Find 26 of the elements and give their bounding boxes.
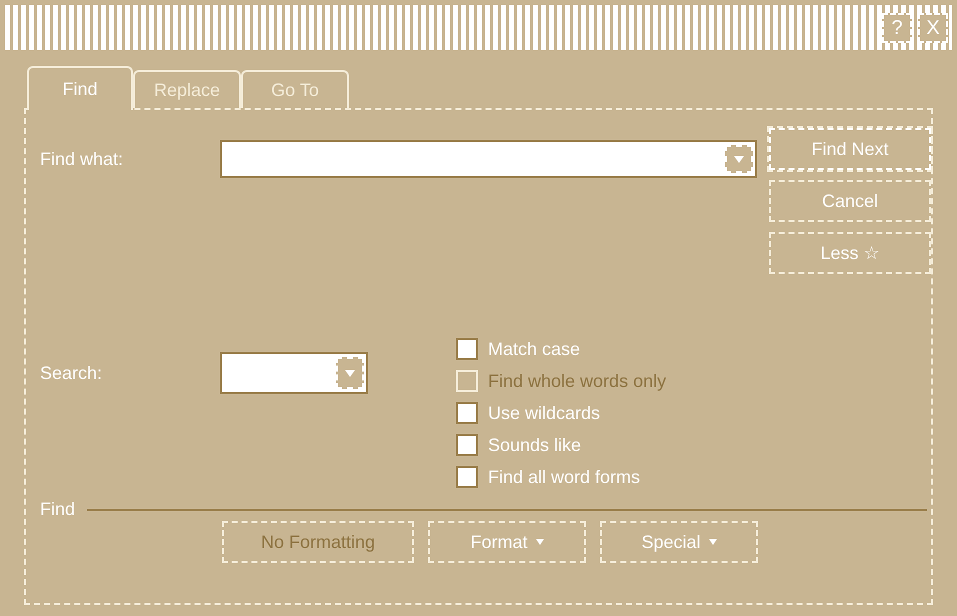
checkbox[interactable] bbox=[456, 402, 478, 424]
checkbox-label: Use wildcards bbox=[488, 402, 600, 424]
checkbox-label: Match case bbox=[488, 338, 580, 360]
checkbox[interactable] bbox=[456, 434, 478, 456]
dialog-button[interactable]: Find Next bbox=[769, 128, 931, 170]
help-button[interactable]: ? bbox=[882, 12, 912, 42]
find-what-field[interactable] bbox=[220, 140, 757, 178]
checkbox-label: Sounds like bbox=[488, 434, 582, 456]
dialog-button[interactable]: Cancel bbox=[769, 180, 931, 222]
checkbox[interactable] bbox=[456, 466, 478, 488]
tab[interactable]: Go To bbox=[241, 70, 349, 108]
caret-icon bbox=[708, 539, 717, 545]
search-dropdown[interactable] bbox=[220, 352, 368, 394]
section-label: Find bbox=[40, 498, 76, 521]
field-label: Find what: bbox=[40, 148, 124, 170]
dialog-button[interactable]: Special bbox=[600, 521, 758, 563]
dialog-button[interactable]: Less ☆ bbox=[769, 232, 931, 274]
checkbox-label: Find all word forms bbox=[488, 466, 640, 488]
tab[interactable]: Find bbox=[27, 66, 133, 110]
checkbox-label: Find whole words only bbox=[488, 370, 666, 393]
close-button[interactable]: X bbox=[918, 12, 948, 42]
tab[interactable]: Replace bbox=[133, 70, 241, 108]
caret-icon bbox=[536, 539, 544, 545]
dialog-button[interactable]: Format bbox=[428, 521, 586, 563]
field-label: Search: bbox=[40, 362, 104, 384]
checkbox[interactable] bbox=[456, 338, 478, 360]
